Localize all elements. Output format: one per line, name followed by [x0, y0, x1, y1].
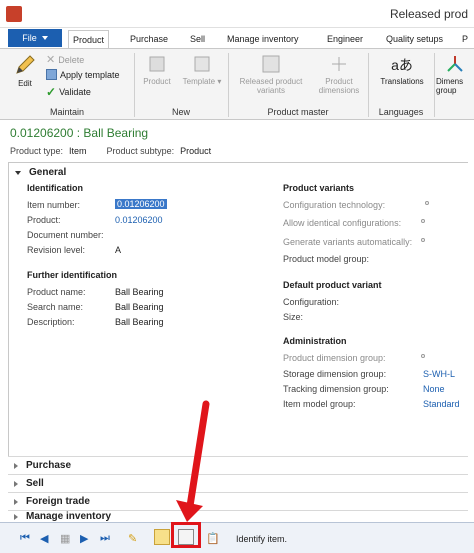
annotation-highlight-box — [171, 522, 201, 548]
annotation-arrow-icon — [176, 400, 210, 522]
